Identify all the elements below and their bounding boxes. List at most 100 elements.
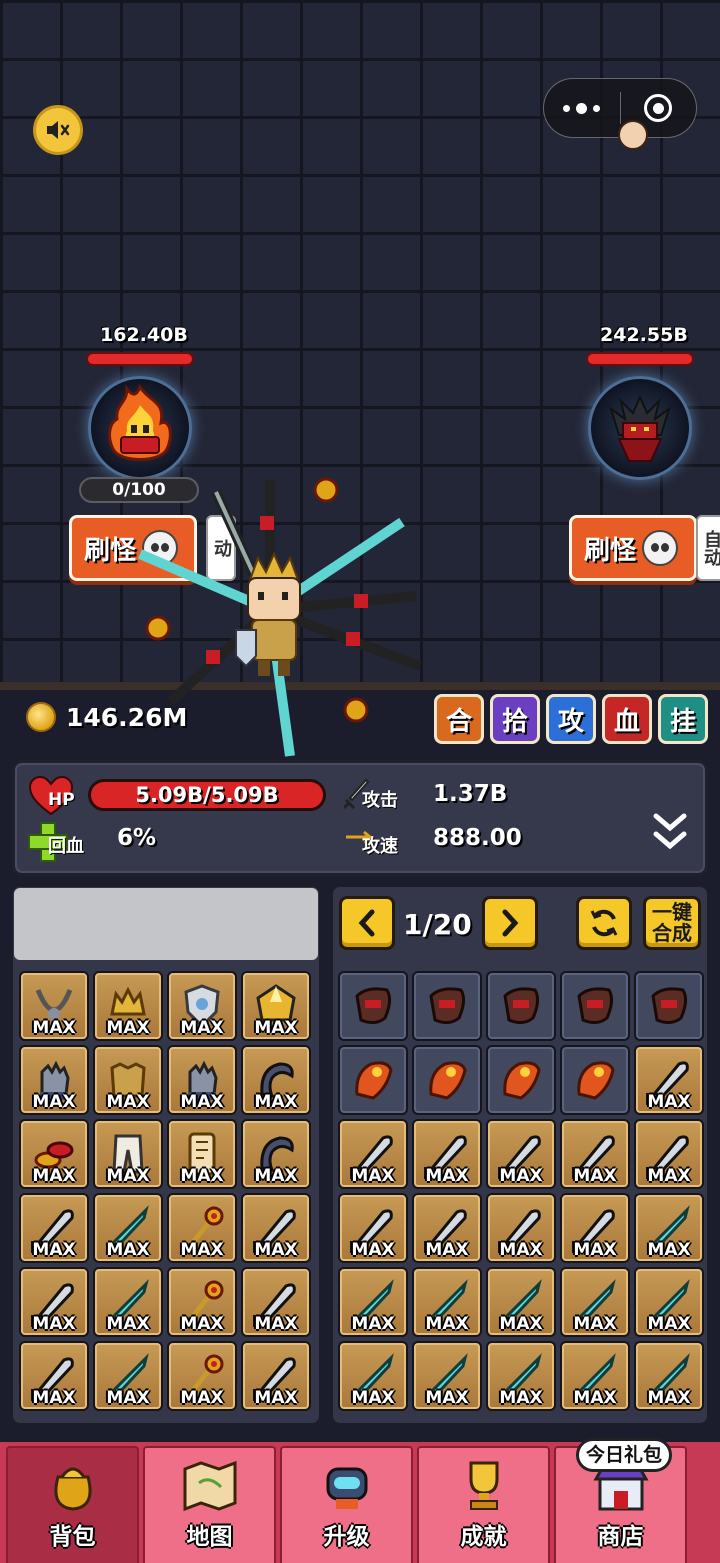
inventory-slot[interactable] — [560, 1045, 630, 1115]
max-badge: MAX — [32, 1314, 76, 1334]
equipment-slot[interactable]: MAX — [167, 1267, 237, 1337]
nav-tab-robot[interactable]: 升级 — [280, 1446, 413, 1563]
equipment-slot[interactable]: MAX — [93, 1119, 163, 1189]
inventory-slot[interactable]: MAX — [338, 1267, 408, 1337]
nav-label: 成就 — [460, 1524, 507, 1550]
auto-toggle-right[interactable]: 自动 — [696, 515, 720, 581]
inventory-slot[interactable]: MAX — [486, 1341, 556, 1411]
target-icon — [644, 94, 673, 122]
mute-button[interactable] — [33, 105, 83, 155]
inventory-slot[interactable]: MAX — [560, 1341, 630, 1411]
max-badge: MAX — [106, 1240, 150, 1260]
inventory-slot[interactable]: MAX — [338, 1193, 408, 1263]
inventory-slot[interactable]: MAX — [486, 1119, 556, 1189]
equipment-slot[interactable]: MAX — [167, 1119, 237, 1189]
equipment-slot[interactable]: MAX — [19, 1119, 89, 1189]
attack-value: 1.37B — [433, 781, 508, 807]
equipment-slot[interactable]: MAX — [19, 1267, 89, 1337]
max-badge: MAX — [180, 1240, 224, 1260]
prev-page-button[interactable] — [339, 896, 395, 950]
inventory-slot[interactable]: MAX — [634, 1341, 704, 1411]
gold-display: 146.26M — [26, 702, 187, 732]
max-badge: MAX — [573, 1166, 617, 1186]
equipment-slot[interactable]: MAX — [19, 1045, 89, 1115]
nav-tab-map[interactable]: 地图 — [143, 1446, 276, 1563]
inventory-slot[interactable]: MAX — [634, 1267, 704, 1337]
inventory-slot[interactable]: MAX — [560, 1193, 630, 1263]
inventory-slot[interactable] — [560, 971, 630, 1041]
max-badge: MAX — [254, 1092, 298, 1112]
equipment-slot[interactable]: MAX — [93, 971, 163, 1041]
spawn-label: 刷怪 — [584, 535, 637, 566]
speed-label: 攻速 — [362, 836, 398, 857]
equipment-slot[interactable]: MAX — [241, 1267, 311, 1337]
equipment-slot[interactable]: MAX — [241, 1119, 311, 1189]
expand-chevron-icon[interactable] — [650, 812, 690, 852]
equipment-grid: MAX MAX MAX MAX MAX MAX MAX MAX MAX MAX … — [19, 971, 311, 1411]
next-page-button[interactable] — [482, 896, 538, 950]
inventory-slot[interactable]: MAX — [412, 1193, 482, 1263]
inventory-slot[interactable] — [338, 971, 408, 1041]
equipment-slot[interactable]: MAX — [93, 1341, 163, 1411]
inventory-slot[interactable]: MAX — [338, 1119, 408, 1189]
equipment-slot[interactable]: MAX — [19, 1193, 89, 1263]
max-badge: MAX — [254, 1314, 298, 1334]
inventory-slot[interactable] — [412, 1045, 482, 1115]
hero-body — [235, 551, 301, 676]
equipment-slot[interactable]: MAX — [19, 1341, 89, 1411]
quick-action-button[interactable]: 合 — [434, 694, 484, 744]
nav-tab-shop[interactable]: 今日礼包 商店 — [554, 1438, 687, 1563]
nav-label: 升级 — [323, 1524, 370, 1550]
equipment-slot[interactable]: MAX — [167, 971, 237, 1041]
nav-tab-bag[interactable]: 背包 — [6, 1446, 139, 1563]
inventory-slot[interactable] — [486, 1045, 556, 1115]
max-badge: MAX — [425, 1388, 469, 1408]
equipment-slot[interactable]: MAX — [93, 1267, 163, 1337]
quick-action-button[interactable]: 血 — [602, 694, 652, 744]
equipment-slot[interactable]: MAX — [241, 1193, 311, 1263]
equipment-slot[interactable]: MAX — [93, 1193, 163, 1263]
quick-action-button[interactable]: 挂 — [658, 694, 708, 744]
max-badge: MAX — [32, 1240, 76, 1260]
inventory-slot[interactable] — [412, 971, 482, 1041]
equipment-slot[interactable]: MAX — [167, 1193, 237, 1263]
inventory-slot[interactable]: MAX — [634, 1119, 704, 1189]
max-badge: MAX — [351, 1314, 395, 1334]
inventory-slot[interactable]: MAX — [634, 1193, 704, 1263]
quick-action-button[interactable]: 拾 — [490, 694, 540, 744]
player-avatar — [618, 120, 648, 150]
merge-all-button[interactable]: 一键合成 — [643, 896, 701, 950]
inventory-slot[interactable]: MAX — [486, 1267, 556, 1337]
more-menu-button[interactable] — [544, 79, 620, 137]
max-badge: MAX — [106, 1092, 150, 1112]
spawn-monster-button-right[interactable]: 刷怪 — [569, 515, 697, 581]
equipment-slot[interactable]: MAX — [167, 1045, 237, 1115]
refresh-button[interactable] — [576, 896, 632, 950]
inventory-slot[interactable]: MAX — [560, 1267, 630, 1337]
inventory-slot[interactable]: MAX — [412, 1341, 482, 1411]
max-badge: MAX — [254, 1388, 298, 1408]
equipment-slot[interactable]: MAX — [241, 1045, 311, 1115]
equipment-slot[interactable]: MAX — [19, 971, 89, 1041]
inventory-slot[interactable]: MAX — [634, 1045, 704, 1115]
glove-scroll-icon — [488, 973, 554, 1039]
equipment-slot[interactable]: MAX — [93, 1045, 163, 1115]
inventory-slot[interactable]: MAX — [338, 1341, 408, 1411]
equipment-slot[interactable]: MAX — [241, 1341, 311, 1411]
max-badge: MAX — [647, 1240, 691, 1260]
inventory-slot[interactable] — [486, 971, 556, 1041]
inventory-slot[interactable]: MAX — [412, 1119, 482, 1189]
enemy-right-portrait[interactable] — [588, 376, 692, 480]
inventory-slot[interactable]: MAX — [486, 1193, 556, 1263]
inventory-slot[interactable] — [634, 971, 704, 1041]
nav-tab-trophy[interactable]: 成就 — [417, 1446, 550, 1563]
inventory-slot[interactable] — [338, 1045, 408, 1115]
max-badge: MAX — [180, 1166, 224, 1186]
daily-gift-badge[interactable]: 今日礼包 — [576, 1438, 672, 1472]
equipment-slot[interactable]: MAX — [167, 1341, 237, 1411]
quick-action-button[interactable]: 攻 — [546, 694, 596, 744]
inventory-slot[interactable]: MAX — [560, 1119, 630, 1189]
equipment-slot[interactable]: MAX — [241, 971, 311, 1041]
max-badge: MAX — [573, 1240, 617, 1260]
inventory-slot[interactable]: MAX — [412, 1267, 482, 1337]
